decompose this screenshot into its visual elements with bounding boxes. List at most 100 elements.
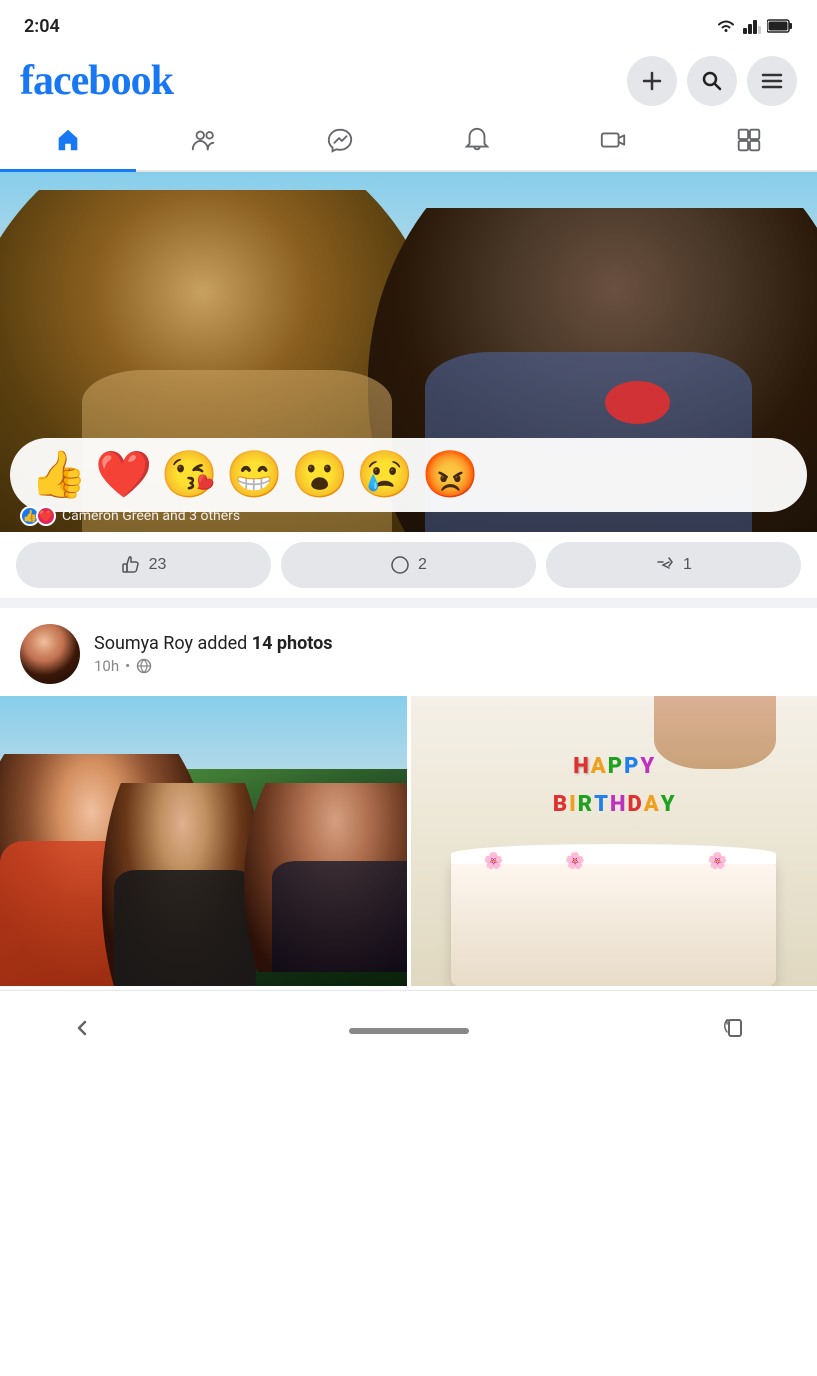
flower2: 🌸 xyxy=(565,851,585,870)
cake-bg: 🌸 🌸 🌸 H A P P Y B xyxy=(411,696,817,986)
reactions-bar: 👍 ❤️ 😘 😁 😮 😢 😡 xyxy=(10,438,807,512)
attribution-text: Cameron Green and 3 others xyxy=(62,508,240,524)
tab-home[interactable] xyxy=(0,110,136,170)
reaction-wow[interactable]: 😮 xyxy=(291,448,348,502)
flower1: 🌸 xyxy=(484,851,504,870)
phone-frame: 2:04 facebook xyxy=(0,0,817,1376)
signal-icon xyxy=(743,18,761,34)
birthday-letters2: B I R T H D A Y xyxy=(431,792,797,817)
status-bar: 2:04 xyxy=(0,0,817,48)
bottom-navigation xyxy=(0,990,817,1070)
friends-icon xyxy=(190,126,218,154)
bell-icon xyxy=(463,126,491,154)
avatar-soumya xyxy=(20,624,80,684)
hamburger-icon xyxy=(761,73,783,89)
letter-A2: A xyxy=(644,792,659,817)
facebook-logo: facebook xyxy=(20,57,173,105)
wifi-icon xyxy=(715,18,737,34)
letter-B: B xyxy=(553,792,567,817)
dark-shirt xyxy=(114,870,256,986)
mini-love-icon: ❤️ xyxy=(36,506,56,526)
messenger-icon xyxy=(326,126,354,154)
share-button[interactable]: 1 xyxy=(546,542,801,588)
add-button[interactable] xyxy=(627,56,677,106)
letter-P: P xyxy=(608,754,622,779)
post-author-2: Soumya Roy added 14 photos xyxy=(94,633,797,654)
letter-H2: H xyxy=(610,792,625,817)
rotate-button[interactable] xyxy=(713,1006,757,1056)
search-icon xyxy=(701,70,723,92)
group-photo-bg xyxy=(0,696,407,986)
avatar-image xyxy=(20,624,80,684)
post-meta-2: Soumya Roy added 14 photos 10h • xyxy=(94,633,797,675)
letter-H: H xyxy=(573,754,588,779)
reaction-like[interactable]: 👍 xyxy=(30,448,87,502)
header: facebook xyxy=(0,48,817,110)
tab-notifications[interactable] xyxy=(409,110,545,170)
author-name: Soumya Roy xyxy=(94,633,193,654)
post-card-1: 👍 ❤️ 😘 😁 😮 😢 😡 👍 ❤️ Cameron Green and 3 … xyxy=(0,172,817,598)
share-count: 1 xyxy=(683,556,692,574)
tab-video[interactable] xyxy=(545,110,681,170)
letter-Y2: Y xyxy=(661,792,675,817)
marketplace-icon xyxy=(735,126,763,154)
like-count: 23 xyxy=(149,556,167,574)
reaction-sad[interactable]: 😢 xyxy=(356,448,413,502)
post-timestamp: 10h xyxy=(94,657,119,675)
post-time-dot: • xyxy=(125,657,130,675)
video-icon xyxy=(599,126,627,154)
reaction-angry[interactable]: 😡 xyxy=(422,448,479,502)
flower3: 🌸 xyxy=(708,851,728,870)
back-button[interactable] xyxy=(60,1006,104,1056)
comment-icon xyxy=(390,555,410,575)
cake-body: 🌸 🌸 🌸 xyxy=(451,859,776,986)
hand xyxy=(654,696,776,769)
post-actions: 23 2 1 xyxy=(0,532,817,598)
status-time: 2:04 xyxy=(24,16,60,37)
post-image-container: 👍 ❤️ 😘 😁 😮 😢 😡 👍 ❤️ Cameron Green and 3 … xyxy=(0,172,817,532)
letter-T: T xyxy=(594,792,608,817)
photo-birthday-cake[interactable]: 🌸 🌸 🌸 H A P P Y B xyxy=(411,696,817,986)
plus-icon xyxy=(641,70,663,92)
reaction-haha[interactable]: 😁 xyxy=(226,448,283,502)
header-actions xyxy=(627,56,797,106)
rotate-icon xyxy=(723,1016,747,1040)
thumbs-up-icon xyxy=(121,555,141,575)
search-button[interactable] xyxy=(687,56,737,106)
tab-friends[interactable] xyxy=(136,110,272,170)
home-icon xyxy=(54,126,82,154)
reaction-kiss[interactable]: 😘 xyxy=(161,448,218,502)
photo-grid: 🌸 🌸 🌸 H A P P Y B xyxy=(0,696,817,990)
nav-tabs xyxy=(0,110,817,172)
letter-I: I xyxy=(569,792,576,817)
battery-icon xyxy=(767,19,793,33)
post-header-2: Soumya Roy added 14 photos 10h • xyxy=(0,608,817,696)
status-icons xyxy=(715,18,793,34)
reaction-love[interactable]: ❤️ xyxy=(95,448,152,502)
post-card-2: Soumya Roy added 14 photos 10h • xyxy=(0,608,817,990)
news-feed: 👍 ❤️ 😘 😁 😮 😢 😡 👍 ❤️ Cameron Green and 3 … xyxy=(0,172,817,990)
letter-P2: P xyxy=(624,754,638,779)
letter-D: D xyxy=(628,792,642,817)
author-action: added xyxy=(198,633,252,654)
author-action-target: 14 photos xyxy=(252,633,333,654)
share-icon xyxy=(655,555,675,575)
comment-count: 2 xyxy=(418,556,427,574)
like-button[interactable]: 23 xyxy=(16,542,271,588)
reaction-mini-icons: 👍 ❤️ xyxy=(20,506,56,526)
post-time-2: 10h • xyxy=(94,657,797,675)
dark-shirt2 xyxy=(272,861,406,971)
back-arrow-icon xyxy=(70,1016,94,1040)
headphones xyxy=(605,381,670,424)
reaction-attribution: 👍 ❤️ Cameron Green and 3 others xyxy=(20,506,240,526)
comment-button[interactable]: 2 xyxy=(281,542,536,588)
photo-group-selfie[interactable] xyxy=(0,696,407,986)
tab-messenger[interactable] xyxy=(272,110,408,170)
letter-Y: Y xyxy=(640,754,654,779)
globe-icon xyxy=(136,658,152,674)
home-indicator[interactable] xyxy=(349,1028,469,1034)
letter-R: R xyxy=(578,792,592,817)
letter-A: A xyxy=(591,754,606,779)
tab-marketplace[interactable] xyxy=(681,110,817,170)
menu-button[interactable] xyxy=(747,56,797,106)
